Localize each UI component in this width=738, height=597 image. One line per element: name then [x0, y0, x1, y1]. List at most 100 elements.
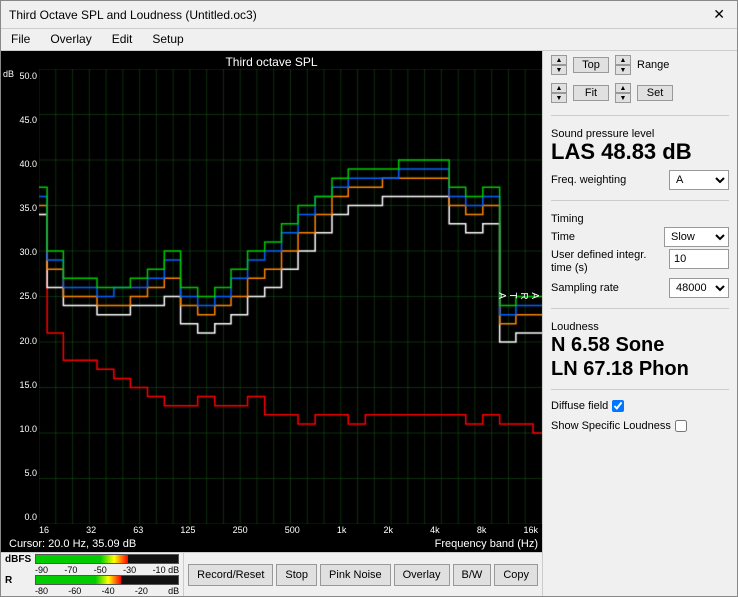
y-label-45: 45.0 [19, 115, 37, 125]
record-reset-button[interactable]: Record/Reset [188, 564, 273, 586]
diffuse-field-label: Diffuse field [551, 400, 608, 412]
dbfs-bottom-meter [35, 575, 179, 585]
dbfs-tick-60: -60 [68, 586, 81, 596]
show-specific-checkbox[interactable] [675, 420, 687, 432]
divider-1 [551, 115, 729, 116]
dbfs-top-fill [36, 555, 128, 563]
y-label-0: 0.0 [24, 512, 37, 522]
top-controls: ▲ ▼ Top ▲ ▼ Range [551, 55, 729, 75]
chart-title: Third octave SPL [1, 51, 542, 69]
time-row: Time Fast Slow Impulse Peak [551, 227, 729, 247]
time-label: Time [551, 231, 575, 243]
y-label-35: 35.0 [19, 203, 37, 213]
divider-4 [551, 389, 729, 390]
bottom-buttons-section: Record/Reset Stop Pink Noise Overlay B/W… [183, 553, 542, 596]
dbfs-label: dBFS [5, 554, 33, 565]
y-label-5: 5.0 [24, 468, 37, 478]
dbfs-top-scale: -90 -70 -50 -30 -10 dB [5, 565, 179, 575]
range-down-btn[interactable]: ▼ [615, 65, 631, 75]
timing-section: Timing Time Fast Slow Impulse Peak User … [551, 209, 729, 299]
fit-spin-group: ▲ ▼ [551, 83, 567, 103]
r-label: R [5, 575, 33, 586]
fit-up-btn[interactable]: ▲ [551, 83, 567, 93]
loudness-n: N 6.58 Sone [551, 333, 729, 357]
chart-plot: ARTA [39, 69, 542, 524]
arta-label: ARTA [496, 292, 540, 301]
diffuse-field-checkbox[interactable] [612, 400, 624, 412]
y-label-10: 10.0 [19, 424, 37, 434]
y-label-25: 25.0 [19, 291, 37, 301]
overlay-button[interactable]: Overlay [394, 564, 450, 586]
dbfs-tick-30: -30 [123, 565, 136, 575]
window-title: Third Octave SPL and Loudness (Untitled.… [9, 8, 257, 22]
x-label-16k: 16k [523, 525, 538, 535]
menu-edit[interactable]: Edit [108, 31, 137, 48]
top-spin-group: ▲ ▼ [551, 55, 567, 75]
right-panel: ▲ ▼ Top ▲ ▼ Range ▲ ▼ Fit ▲ ▼ [542, 51, 737, 596]
x-label-8k: 8k [477, 525, 487, 535]
title-bar: Third Octave SPL and Loudness (Untitled.… [1, 1, 737, 29]
range-up-btn[interactable]: ▲ [615, 55, 631, 65]
top-up-btn[interactable]: ▲ [551, 55, 567, 65]
x-label-32: 32 [86, 525, 96, 535]
loudness-label: Loudness [551, 321, 729, 333]
divider-3 [551, 308, 729, 309]
dbfs-bottom-scale: -80 -60 -40 -20 dB [5, 586, 179, 596]
timing-label: Timing [551, 213, 729, 225]
freq-weighting-row: Freq. weighting A B C Z [551, 170, 729, 190]
dbfs-bottom-fill [36, 576, 121, 584]
set-down-btn[interactable]: ▼ [615, 93, 631, 103]
menu-file[interactable]: File [7, 31, 34, 48]
dbfs-tick-90: -90 [35, 565, 48, 575]
freq-weighting-label: Freq. weighting [551, 174, 626, 186]
sampling-rate-select[interactable]: 44100 48000 96000 [669, 278, 729, 298]
show-specific-row: Show Specific Loudness [551, 420, 729, 432]
x-label-2k: 2k [384, 525, 394, 535]
diffuse-field-row: Diffuse field [551, 400, 729, 412]
fit-button[interactable]: Fit [573, 85, 609, 101]
loudness-section: Loudness N 6.58 Sone LN 67.18 Phon [551, 317, 729, 381]
y-axis: 50.0 45.0 40.0 35.0 30.0 25.0 20.0 15.0 … [1, 69, 39, 524]
copy-button[interactable]: Copy [494, 564, 538, 586]
range-label: Range [637, 59, 669, 71]
set-button[interactable]: Set [637, 85, 673, 101]
dbfs-top-meter [35, 554, 179, 564]
cursor-info-bar: Cursor: 20.0 Hz, 35.09 dB Frequency band… [1, 536, 542, 552]
dbfs-section: dBFS -90 -70 -50 -30 -10 dB [1, 553, 183, 596]
top-button[interactable]: Top [573, 57, 609, 73]
sampling-rate-row: Sampling rate 44100 48000 96000 [551, 278, 729, 298]
x-label-16: 16 [39, 525, 49, 535]
x-label-500: 500 [285, 525, 300, 535]
x-label-1k: 1k [337, 525, 347, 535]
menu-overlay[interactable]: Overlay [46, 31, 95, 48]
fit-down-btn[interactable]: ▼ [551, 93, 567, 103]
fit-set-row: ▲ ▼ Fit ▲ ▼ Set [551, 83, 729, 103]
user-defined-row: User defined integr. time (s) [551, 249, 729, 275]
chart-area: Third octave SPL 50.0 45.0 40.0 35.0 30.… [1, 51, 542, 552]
menu-setup[interactable]: Setup [148, 31, 187, 48]
x-label-4k: 4k [430, 525, 440, 535]
db-label: dB [3, 69, 14, 79]
x-label-63: 63 [133, 525, 143, 535]
time-select[interactable]: Fast Slow Impulse Peak [664, 227, 729, 247]
freq-weighting-select[interactable]: A B C Z [669, 170, 729, 190]
dbfs-tick-50: -50 [94, 565, 107, 575]
close-button[interactable]: ✕ [709, 6, 729, 23]
y-label-20: 20.0 [19, 336, 37, 346]
y-label-40: 40.0 [19, 159, 37, 169]
user-defined-label: User defined integr. time (s) [551, 249, 661, 275]
y-label-50: 50.0 [19, 71, 37, 81]
user-defined-input[interactable] [669, 249, 729, 269]
pink-noise-button[interactable]: Pink Noise [320, 564, 391, 586]
set-up-btn[interactable]: ▲ [615, 83, 631, 93]
dbfs-tick-70: -70 [64, 565, 77, 575]
dbfs-tick-40: -40 [102, 586, 115, 596]
y-label-15: 15.0 [19, 380, 37, 390]
x-label-250: 250 [233, 525, 248, 535]
freq-band-label: Frequency band (Hz) [435, 538, 538, 550]
stop-button[interactable]: Stop [276, 564, 317, 586]
top-down-btn[interactable]: ▼ [551, 65, 567, 75]
range-spin-group: ▲ ▼ [615, 55, 631, 75]
spl-section: Sound pressure level LAS 48.83 dB [551, 124, 729, 164]
bw-button[interactable]: B/W [453, 564, 492, 586]
